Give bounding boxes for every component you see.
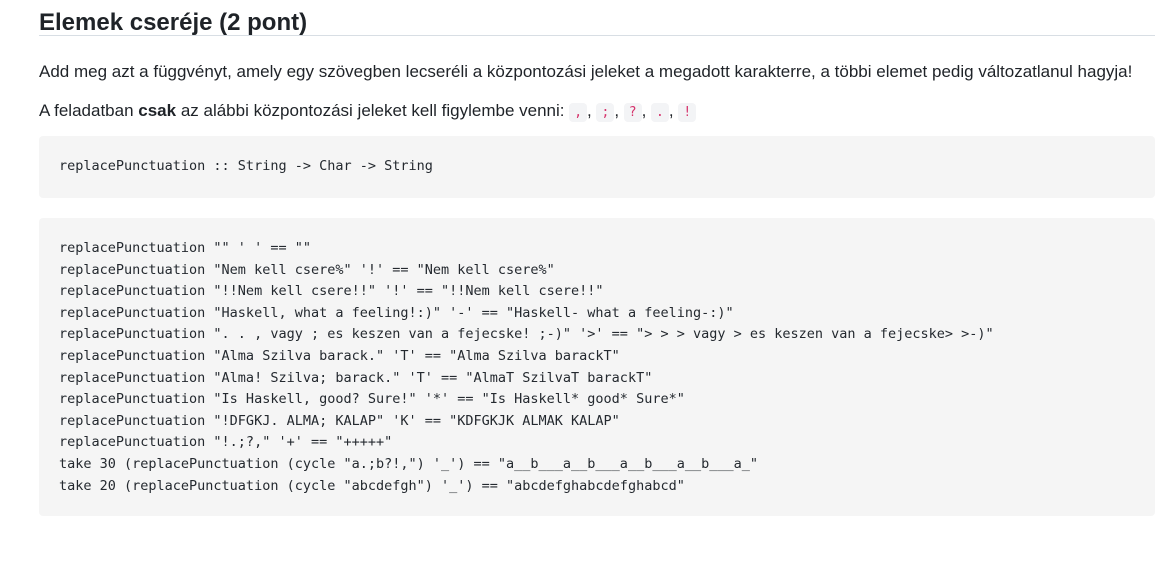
constraint-bold: csak	[138, 101, 177, 120]
symbol-period: .	[651, 103, 669, 122]
example-line: replacePunctuation "!DFGKJ. ALMA; KALAP"…	[59, 412, 620, 429]
examples-code-block: replacePunctuation "" ' ' == "" replacePu…	[39, 218, 1155, 516]
task-description: Add meg azt a függvényt, amely egy szöve…	[39, 62, 1133, 81]
example-line: replacePunctuation "Nem kell csere%" '!'…	[59, 261, 555, 278]
symbol-exclamation: !	[678, 103, 697, 122]
signature-line: replacePunctuation :: String -> Char -> …	[59, 158, 433, 174]
example-line: replacePunctuation ". . , vagy ; es kesz…	[59, 326, 994, 343]
symbol-question: ?	[623, 103, 642, 122]
example-line: replacePunctuation "!.;?," '+' == "+++++…	[59, 434, 393, 451]
task-section: Elemek cseréje (2 pont) Add meg azt a fü…	[39, 0, 1155, 516]
signature-code-block: replacePunctuation :: String -> Char -> …	[39, 136, 1155, 198]
example-line: take 30 (replacePunctuation (cycle "a.;b…	[59, 455, 758, 472]
example-line: replacePunctuation "!!Nem kell csere!!" …	[59, 283, 604, 300]
symbol-separator: ,	[641, 101, 652, 120]
symbol-semicolon: ;	[596, 103, 615, 122]
symbol-comma: ,	[569, 103, 588, 122]
example-line: take 20 (replacePunctuation (cycle "abcd…	[59, 477, 685, 494]
example-line: replacePunctuation "Haskell, what a feel…	[59, 304, 734, 321]
example-line: replacePunctuation "" ' ' == ""	[59, 240, 311, 256]
section-heading: Elemek cseréje (2 pont)	[39, 0, 1155, 36]
constraint-suffix: az alábbi központozási jeleket kell figy…	[176, 101, 570, 120]
symbol-separator: ,	[614, 101, 624, 120]
punctuation-constraint: A feladatban csak az alábbi központozási…	[39, 98, 1155, 126]
example-line: replacePunctuation "Alma! Szilva; barack…	[59, 369, 653, 386]
example-line: replacePunctuation "Is Haskell, good? Su…	[59, 391, 685, 408]
example-line: replacePunctuation "Alma Szilva barack."…	[59, 347, 620, 364]
constraint-prefix: A feladatban	[39, 101, 139, 120]
symbol-separator: ,	[668, 101, 679, 120]
